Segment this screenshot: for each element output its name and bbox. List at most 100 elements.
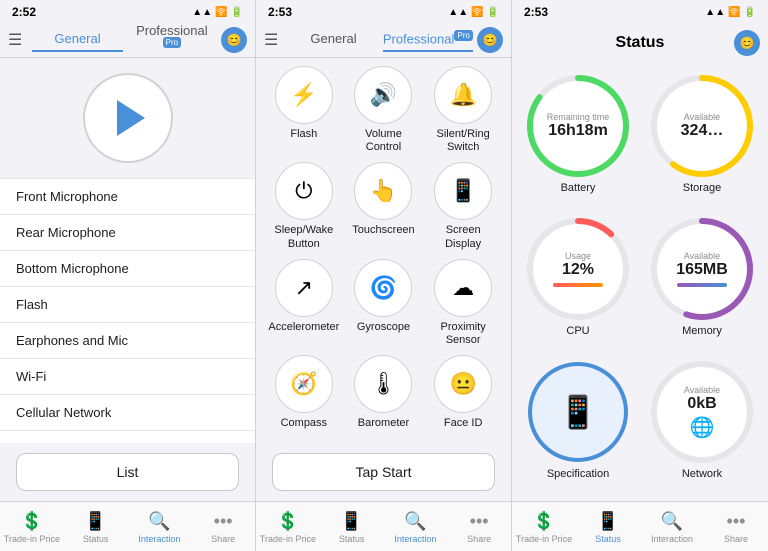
pro-badge-1: Pro bbox=[163, 37, 181, 48]
tab-tradein-3[interactable]: 💲 Trade-in Price bbox=[512, 506, 576, 549]
sensor-cellular[interactable]: Cellular Network bbox=[0, 395, 255, 431]
battery-icon-3: 🔋 bbox=[744, 7, 756, 18]
status-bar-2: 2:53 ▲▲ 🛜 🔋 bbox=[256, 0, 511, 22]
tab-professional-1[interactable]: Professional Pro bbox=[127, 19, 217, 59]
sleep-label: Sleep/Wake Button bbox=[268, 224, 340, 250]
interaction-icon-3: 🔍 bbox=[661, 511, 683, 532]
avatar-3[interactable]: 😊 bbox=[734, 30, 760, 56]
tab-interaction-2[interactable]: 🔍 Interaction bbox=[384, 506, 448, 549]
silent-label: Silent/Ring Switch bbox=[427, 128, 499, 154]
icon-row-4: 🧭 Compass 🌡 Barometer 😐 Face ID bbox=[264, 355, 503, 430]
sensor-bottom-mic[interactable]: Bottom Microphone bbox=[0, 251, 255, 287]
touchscreen-icon: 👆 bbox=[354, 162, 412, 220]
icon-proximity[interactable]: ☁ Proximity Sensor bbox=[427, 259, 499, 347]
gauge-battery-container: Remaining time 16h18m bbox=[524, 72, 632, 180]
tab-interaction-3[interactable]: 🔍 Interaction bbox=[640, 506, 704, 549]
avatar-2[interactable]: 😊 bbox=[477, 27, 503, 53]
tab-status-3[interactable]: 📱 Status bbox=[576, 506, 640, 549]
pro-badge-2: Pro bbox=[454, 30, 472, 41]
icon-gyro[interactable]: 🌀 Gyroscope bbox=[347, 259, 419, 347]
wifi-icon: 🛜 bbox=[215, 7, 227, 18]
gauge-memory: Available 165MB Memory bbox=[644, 215, 760, 350]
icon-volume[interactable]: 🔊 Volume Control bbox=[347, 66, 419, 154]
icon-sleep[interactable]: ⏻ Sleep/Wake Button bbox=[268, 162, 340, 250]
tab-interaction-1[interactable]: 🔍 Interaction bbox=[128, 506, 192, 549]
screen-icon: 📱 bbox=[434, 162, 492, 220]
tab-general-2[interactable]: General bbox=[288, 27, 378, 52]
storage-value: 324… bbox=[681, 122, 724, 140]
gauge-network: Available 0kB 🌐 Network bbox=[644, 358, 760, 493]
cpu-bar bbox=[553, 283, 603, 287]
battery-inner: Remaining time 16h18m bbox=[547, 112, 610, 140]
screen-label: Screen Display bbox=[427, 224, 499, 250]
icon-flash[interactable]: ⚡ Flash bbox=[268, 66, 340, 154]
bottom-tabbar-3: 💲 Trade-in Price 📱 Status 🔍 Interaction … bbox=[512, 501, 768, 551]
sensor-earphones[interactable]: Earphones and Mic bbox=[0, 323, 255, 359]
avatar-1[interactable]: 😊 bbox=[221, 27, 247, 53]
cpu-inner: Usage 12% bbox=[553, 251, 603, 287]
tab-tradein-2[interactable]: 💲 Trade-in Price bbox=[256, 506, 320, 549]
status-bar-3: 2:53 ▲▲ 🛜 🔋 bbox=[512, 0, 768, 22]
tab-professional-2[interactable]: ProfessionalPro bbox=[383, 27, 473, 52]
network-label: Network bbox=[682, 468, 722, 480]
status-icons-3: ▲▲ 🛜 🔋 bbox=[705, 7, 756, 18]
sensor-front-mic[interactable]: Front Microphone bbox=[0, 178, 255, 215]
play-area bbox=[0, 58, 255, 178]
storage-inner: Available 324… bbox=[681, 112, 724, 140]
share-icon-3: ••• bbox=[727, 511, 746, 532]
tab-share-3[interactable]: ••• Share bbox=[704, 506, 768, 549]
silent-icon: 🔔 bbox=[434, 66, 492, 124]
icon-screen[interactable]: 📱 Screen Display bbox=[427, 162, 499, 250]
tab-status-2[interactable]: 📱 Status bbox=[320, 506, 384, 549]
list-button[interactable]: List bbox=[16, 453, 239, 491]
tab-status-1[interactable]: 📱 Status bbox=[64, 506, 128, 549]
memory-inner: Available 165MB bbox=[676, 251, 728, 287]
sensor-list: Front Microphone Rear Microphone Bottom … bbox=[0, 178, 255, 443]
panel-general: 2:52 ▲▲ 🛜 🔋 ☰ General Professional Pro 😊… bbox=[0, 0, 256, 551]
sensor-rear-mic[interactable]: Rear Microphone bbox=[0, 215, 255, 251]
barometer-icon: 🌡 bbox=[354, 355, 412, 413]
gauge-spec[interactable]: 📱 Specification bbox=[520, 358, 636, 493]
icon-touchscreen[interactable]: 👆 Touchscreen bbox=[347, 162, 419, 250]
gyro-label: Gyroscope bbox=[357, 321, 410, 334]
faceid-icon: 😐 bbox=[434, 355, 492, 413]
icon-compass[interactable]: 🧭 Compass bbox=[268, 355, 340, 430]
tab-tradein-1[interactable]: 💲 Trade-in Price bbox=[0, 506, 64, 549]
network-value: 0kB bbox=[687, 395, 716, 413]
icon-row-1: ⚡ Flash 🔊 Volume Control 🔔 Silent/Ring S… bbox=[264, 66, 503, 154]
bottom-tabbar-2: 💲 Trade-in Price 📱 Status 🔍 Interaction … bbox=[256, 501, 511, 551]
sensor-bluetooth[interactable]: Bluetooth bbox=[0, 431, 255, 443]
share-icon: ••• bbox=[214, 511, 233, 532]
status-icon-tab-2: 📱 bbox=[340, 511, 362, 532]
icon-accel[interactable]: ↗ Accelerometer bbox=[268, 259, 340, 347]
gauge-storage-container: Available 324… bbox=[648, 72, 756, 180]
tap-start-button[interactable]: Tap Start bbox=[272, 453, 495, 491]
icon-silent[interactable]: 🔔 Silent/Ring Switch bbox=[427, 66, 499, 154]
icon-faceid[interactable]: 😐 Face ID bbox=[427, 355, 499, 430]
tab-general-1[interactable]: General bbox=[32, 27, 122, 52]
share-label: Share bbox=[211, 534, 235, 544]
tradein-icon-2: 💲 bbox=[277, 511, 299, 532]
accel-label: Accelerometer bbox=[268, 321, 339, 334]
tab-share-2[interactable]: ••• Share bbox=[447, 506, 511, 549]
interaction-icon-2: 🔍 bbox=[404, 511, 426, 532]
hamburger-icon[interactable]: ☰ bbox=[8, 30, 22, 50]
icon-row-2: ⏻ Sleep/Wake Button 👆 Touchscreen 📱 Scre… bbox=[264, 162, 503, 250]
icon-barometer[interactable]: 🌡 Barometer bbox=[347, 355, 419, 430]
wifi-icon-3: 🛜 bbox=[728, 7, 740, 18]
play-button[interactable] bbox=[117, 100, 145, 136]
tab-share-1[interactable]: ••• Share bbox=[191, 506, 255, 549]
accel-icon: ↗ bbox=[275, 259, 333, 317]
time-3: 2:53 bbox=[524, 5, 548, 19]
gyro-icon: 🌀 bbox=[354, 259, 412, 317]
memory-value: 165MB bbox=[676, 261, 728, 279]
sensor-wifi[interactable]: Wi-Fi bbox=[0, 359, 255, 395]
play-circle[interactable] bbox=[83, 73, 173, 163]
interaction-label-2: Interaction bbox=[394, 534, 436, 544]
mem-bar bbox=[677, 283, 727, 287]
tradein-label-2: Trade-in Price bbox=[260, 534, 316, 544]
hamburger-icon-2[interactable]: ☰ bbox=[264, 30, 278, 50]
sensor-flash[interactable]: Flash bbox=[0, 287, 255, 323]
proximity-label: Proximity Sensor bbox=[427, 321, 499, 347]
battery-icon: 🔋 bbox=[231, 7, 243, 18]
